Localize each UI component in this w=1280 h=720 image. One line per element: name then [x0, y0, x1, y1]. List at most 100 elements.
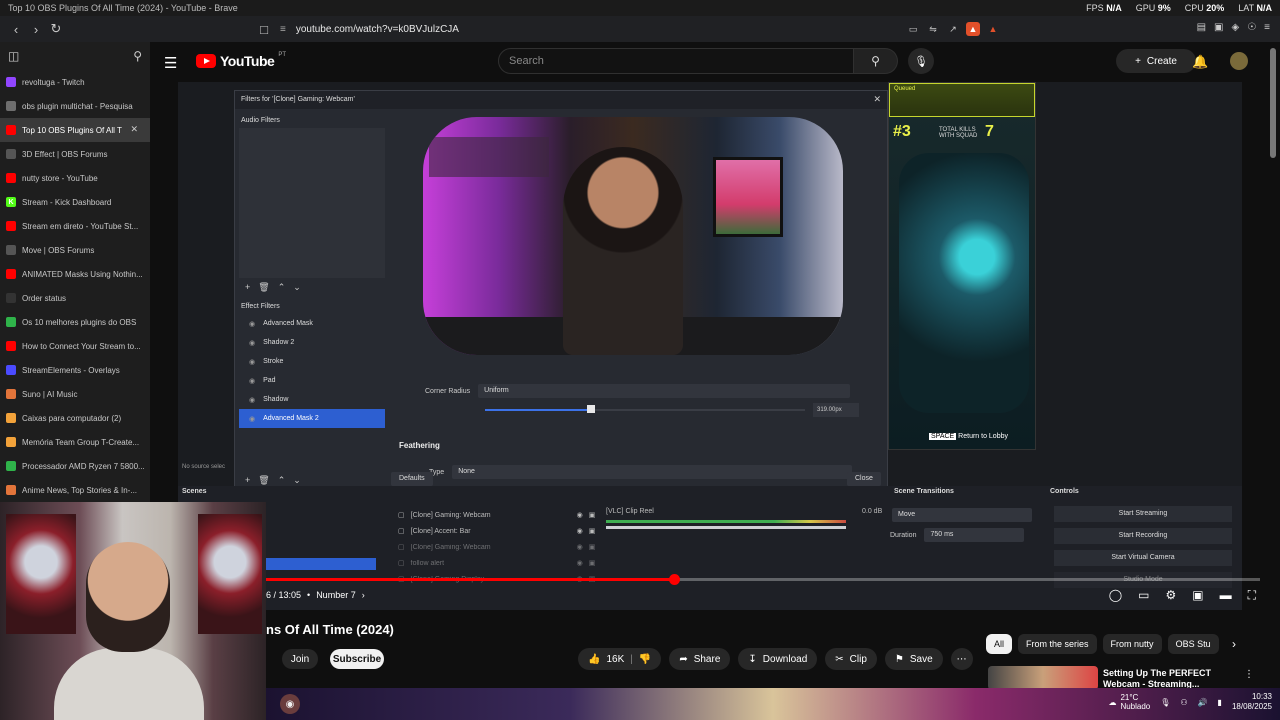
page-scrollbar[interactable]: [1270, 48, 1276, 158]
player-controls-right: ◯ ▭ ⚙ ▣ ▬ ⛶: [1109, 588, 1256, 603]
share-button[interactable]: ➦ Share: [669, 648, 731, 670]
sidebar-icon[interactable]: ▤: [1197, 22, 1206, 33]
progress-scrubber[interactable]: [668, 574, 680, 585]
url-text[interactable]: youtube.com/watch?v=k0BVJulzCJA: [296, 24, 459, 35]
sidebar-tab[interactable]: Move | OBS Forums: [0, 238, 150, 262]
autoplay-toggle-icon[interactable]: ◯: [1109, 588, 1122, 603]
save-button[interactable]: ⚑ Save: [884, 648, 943, 670]
volume-icon[interactable]: 🔊: [1198, 698, 1208, 707]
sidebar-tab[interactable]: Order status: [0, 286, 150, 310]
tab-close-icon[interactable]: ✕: [130, 124, 138, 135]
recommendation-more-icon[interactable]: ⋮: [1244, 669, 1254, 680]
sidebar-tab[interactable]: Suno | AI Music: [0, 382, 150, 406]
visibility-eye-icon: ◉: [576, 528, 583, 535]
notifications-bell-icon[interactable]: 🔔: [1192, 54, 1208, 70]
clock[interactable]: 10:33 18/08/2025: [1232, 692, 1272, 712]
translate-icon[interactable]: ⇋: [926, 22, 940, 36]
chevron-right-icon[interactable]: ›: [362, 590, 365, 600]
voice-search-button[interactable]: 🎙: [908, 48, 934, 74]
move-up-icon: ⌃: [277, 475, 286, 485]
search-input[interactable]: Search: [498, 48, 854, 74]
tab-list: revoltuga - Twitch obs plugin multichat -…: [0, 70, 150, 502]
theater-mode-icon[interactable]: ▬: [1220, 588, 1232, 603]
visibility-eye-icon: ◉: [576, 512, 583, 519]
sidebar-tab[interactable]: Anime News, Top Stories & In-...: [0, 478, 150, 502]
recommendation-title[interactable]: Setting Up The PERFECT Webcam - Streamin…: [1103, 668, 1233, 690]
taskbar-app-icon[interactable]: ◉: [280, 694, 300, 714]
game-lobby-hint: SPACE Return to Lobby: [929, 433, 1008, 440]
sidebar-tab[interactable]: StreamElements - Overlays: [0, 358, 150, 382]
screen-icon[interactable]: ▭: [906, 22, 920, 36]
video-player[interactable]: Filters for '[Clone] Gaming: Webcam' ✕ A…: [178, 82, 1242, 610]
dialog-title: Filters for '[Clone] Gaming: Webcam': [235, 91, 887, 109]
wallet-icon[interactable]: ▣: [1214, 22, 1223, 33]
sidebar-tab[interactable]: 3D Effect | OBS Forums: [0, 142, 150, 166]
weather-widget[interactable]: ☁ 21°C Nublado: [1108, 693, 1150, 711]
settings-gear-icon[interactable]: ⚙: [1165, 588, 1176, 603]
fullscreen-icon[interactable]: ⛶: [1248, 588, 1256, 603]
thumbs-up-icon[interactable]: 👍: [588, 654, 600, 665]
tab-search-icon[interactable]: ⚲: [133, 49, 142, 63]
network-icon[interactable]: ⚇: [1180, 698, 1187, 707]
progress-bar[interactable]: [266, 574, 1260, 585]
sidebar-tab[interactable]: nutty store - YouTube: [0, 166, 150, 190]
extensions-icon[interactable]: ◈: [1231, 22, 1239, 33]
address-bar[interactable]: ≡ youtube.com/watch?v=k0BVJulzCJA ▭ ⇋ ↗ …: [280, 19, 1000, 39]
mic-tray-icon[interactable]: 🎙: [1160, 698, 1170, 707]
sidebar-tab[interactable]: ANIMATED Masks Using Nothin...: [0, 262, 150, 286]
create-button[interactable]: + Create: [1116, 49, 1196, 73]
menu-icon[interactable]: ≡: [1264, 22, 1270, 33]
duration-row: Duration 750 ms: [890, 528, 1025, 542]
reload-icon[interactable]: ↻: [46, 19, 66, 39]
battery-icon[interactable]: ▮: [1218, 698, 1222, 707]
sidebar-tab[interactable]: obs plugin multichat - Pesquisa: [0, 94, 150, 118]
chapter-title[interactable]: Number 7: [316, 590, 356, 600]
youtube-logo[interactable]: YouTube PT: [196, 52, 286, 69]
poster-right: [198, 514, 262, 634]
source-name: [Clone] Accent: Bar: [410, 527, 471, 535]
sidebar-tab[interactable]: Memória Team Group T-Create...: [0, 430, 150, 454]
thumbs-down-icon[interactable]: 👎: [639, 654, 651, 665]
join-button[interactable]: Join: [282, 649, 318, 669]
audio-meter-1: [606, 520, 846, 523]
scenes-dock-title: Scenes: [182, 488, 207, 495]
plus-icon: +: [1135, 55, 1141, 67]
vpn-icon[interactable]: ☉: [1247, 22, 1256, 33]
visibility-eye-icon: ◉: [576, 560, 583, 567]
sidebar-tab[interactable]: How to Connect Your Stream to...: [0, 334, 150, 358]
sidebar-tab[interactable]: Stream em direto - YouTube St...: [0, 214, 150, 238]
clip-button[interactable]: ✂ Clip: [825, 648, 877, 670]
sidebar-tab[interactable]: Os 10 melhores plugins do OBS: [0, 310, 150, 334]
filter-chip[interactable]: OBS Stu: [1167, 634, 1219, 654]
bookmark-icon[interactable]: □: [254, 19, 274, 39]
back-icon[interactable]: ‹: [6, 19, 26, 39]
sidebar-tab[interactable]: Caixas para computador (2): [0, 406, 150, 430]
account-avatar[interactable]: [1230, 52, 1248, 70]
sidebar-tab[interactable]: Processador AMD Ryzen 7 5800...: [0, 454, 150, 478]
download-button[interactable]: ↧ Download: [738, 648, 818, 670]
subscribe-button[interactable]: Subscribe: [330, 649, 384, 669]
like-dislike-group[interactable]: 👍 16K | 👎: [578, 648, 662, 670]
recommendation-thumbnail[interactable]: [988, 666, 1098, 690]
filter-chip[interactable]: All: [986, 634, 1013, 654]
captions-icon[interactable]: ▭: [1138, 588, 1149, 603]
sidebar-toggle-icon[interactable]: ◫: [8, 49, 19, 63]
sidebar-tab[interactable]: K Stream - Kick Dashboard: [0, 190, 150, 214]
scene-transitions-title: Scene Transitions: [894, 488, 954, 495]
filter-chip[interactable]: From nutty: [1102, 634, 1162, 654]
sidebar-tab[interactable]: Top 10 OBS Plugins Of All T ✕: [0, 118, 150, 142]
sidebar-tab[interactable]: revoltuga - Twitch: [0, 70, 150, 94]
more-actions-icon[interactable]: ⋯: [950, 648, 973, 670]
filter-chip[interactable]: From the series: [1018, 634, 1097, 654]
share-icon[interactable]: ↗: [946, 22, 960, 36]
miniplayer-icon[interactable]: ▣: [1192, 588, 1203, 603]
search-button[interactable]: ⚲: [854, 48, 898, 74]
brave-rewards-icon[interactable]: ▲: [986, 22, 1000, 36]
site-settings-icon[interactable]: ≡: [280, 24, 286, 35]
forward-icon[interactable]: ›: [26, 19, 46, 39]
guide-menu-icon[interactable]: ☰: [164, 54, 177, 72]
system-tray: ☁ 21°C Nublado 🎙 ⚇ 🔊 ▮ 10:33 18/08/2025: [1108, 692, 1272, 712]
tab-title: Os 10 melhores plugins do OBS: [22, 317, 137, 327]
brave-shield-icon[interactable]: ▲: [966, 22, 980, 36]
chips-next-icon[interactable]: ›: [1232, 637, 1236, 651]
